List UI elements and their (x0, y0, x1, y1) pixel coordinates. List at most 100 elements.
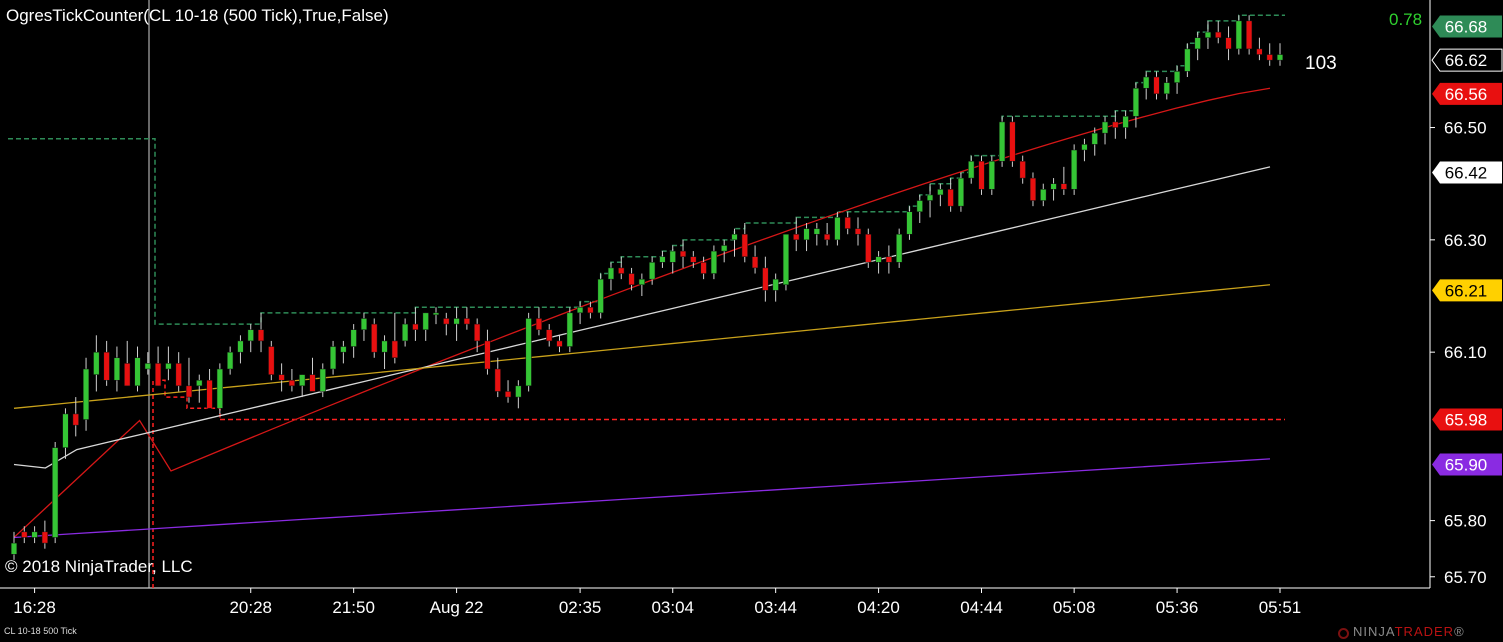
candle-body[interactable] (1215, 31, 1222, 38)
candle-body[interactable] (62, 413, 69, 448)
candle-body[interactable] (638, 278, 645, 286)
candle-body[interactable] (196, 379, 203, 387)
candle-body[interactable] (31, 531, 38, 538)
candle-body[interactable] (988, 160, 995, 190)
candle-body[interactable] (155, 363, 162, 387)
candle-body[interactable] (463, 318, 470, 325)
candle-body[interactable] (854, 228, 862, 235)
candle-body[interactable] (113, 357, 121, 381)
candle-body[interactable] (1019, 160, 1026, 179)
candle-body[interactable] (412, 323, 419, 330)
candle-body[interactable] (1071, 149, 1078, 190)
candle-body[interactable] (679, 250, 687, 257)
candle-body[interactable] (1153, 76, 1160, 95)
candle-body[interactable] (1060, 183, 1067, 190)
candle-body[interactable] (710, 250, 717, 274)
candle-body[interactable] (474, 323, 481, 342)
candle-body[interactable] (649, 262, 656, 280)
candle-body[interactable] (237, 340, 244, 353)
candle-body[interactable] (813, 228, 820, 235)
candle-body[interactable] (1194, 37, 1201, 50)
candle-body[interactable] (381, 340, 388, 353)
candle-body[interactable] (227, 351, 234, 370)
candle-body[interactable] (165, 363, 172, 370)
candle-body[interactable] (1184, 48, 1191, 72)
candle-body[interactable] (484, 340, 491, 370)
candle-body[interactable] (1173, 71, 1181, 83)
candle-body[interactable] (916, 200, 923, 213)
candle-body[interactable] (268, 346, 275, 375)
candle-body[interactable] (10, 542, 18, 555)
candle-body[interactable] (885, 256, 892, 263)
candle-body[interactable] (947, 189, 954, 207)
candle-body[interactable] (432, 312, 440, 316)
candle-body[interactable] (206, 379, 213, 409)
candle-body[interactable] (124, 363, 131, 387)
candle-body[interactable] (329, 346, 337, 370)
candle-body[interactable] (52, 447, 59, 538)
candle-body[interactable] (288, 379, 295, 387)
candle-body[interactable] (1246, 20, 1253, 50)
candle-body[interactable] (1225, 37, 1232, 50)
candle-body[interactable] (607, 267, 615, 280)
candle-body[interactable] (278, 374, 285, 381)
candle-body[interactable] (422, 312, 429, 330)
candle-body[interactable] (803, 228, 810, 241)
candle-body[interactable] (957, 177, 965, 207)
candle-body[interactable] (82, 368, 90, 420)
candle-body[interactable] (371, 323, 378, 353)
candle-body[interactable] (1256, 48, 1263, 55)
candle-body[interactable] (906, 211, 913, 235)
candle-body[interactable] (93, 351, 100, 375)
candle-body[interactable] (659, 256, 666, 263)
candle-body[interactable] (793, 233, 800, 241)
candle-body[interactable] (628, 273, 635, 286)
candle-body[interactable] (453, 318, 460, 325)
candle-body[interactable] (844, 217, 851, 229)
candle-body[interactable] (751, 256, 759, 269)
candle-body[interactable] (1122, 116, 1129, 128)
candle-body[interactable] (185, 385, 193, 398)
candle-body[interactable] (515, 385, 522, 398)
candle-body[interactable] (1101, 121, 1109, 134)
candle-body[interactable] (309, 374, 316, 392)
candle-body[interactable] (21, 531, 28, 538)
candle-body[interactable] (1143, 76, 1150, 89)
candle-body[interactable] (319, 368, 326, 392)
candle-body[interactable] (741, 233, 748, 257)
candle-body[interactable] (824, 233, 831, 241)
price-chart[interactable]: 65.70 65.80 66.10 66.30 66.50 16:28 20:28 21:50… (0, 0, 1503, 642)
candle-body[interactable] (103, 351, 110, 381)
candle-body[interactable] (299, 374, 306, 387)
candle-body[interactable] (762, 267, 769, 291)
candle-body[interactable] (782, 233, 790, 286)
candle-body[interactable] (402, 323, 409, 342)
candle-body[interactable] (1029, 177, 1037, 201)
candle-body[interactable] (1040, 189, 1047, 201)
candle-body[interactable] (1112, 121, 1119, 128)
candle-body[interactable] (978, 160, 985, 190)
candle-body[interactable] (926, 194, 934, 201)
candle-body[interactable] (577, 306, 584, 314)
candle-body[interactable] (525, 318, 532, 387)
candle-body[interactable] (1266, 54, 1273, 61)
candle-body[interactable] (937, 189, 944, 196)
candle-body[interactable] (669, 250, 676, 263)
candle-body[interactable] (618, 267, 625, 274)
candle-body[interactable] (1081, 144, 1088, 151)
candle-body[interactable] (556, 340, 563, 347)
candle-body[interactable] (216, 368, 223, 409)
candle-body[interactable] (72, 413, 79, 426)
candle-body[interactable] (41, 531, 48, 544)
candle-body[interactable] (175, 363, 182, 387)
candle-body[interactable] (587, 306, 594, 314)
candle-body[interactable] (535, 318, 543, 330)
candle-body[interactable] (360, 318, 368, 330)
candle-body[interactable] (999, 121, 1006, 162)
candle-body[interactable] (772, 278, 779, 291)
candle-body[interactable] (391, 340, 398, 359)
candle-body[interactable] (350, 329, 357, 347)
candle-body[interactable] (700, 262, 707, 274)
candle-body[interactable] (865, 233, 872, 263)
candle-body[interactable] (257, 329, 265, 342)
